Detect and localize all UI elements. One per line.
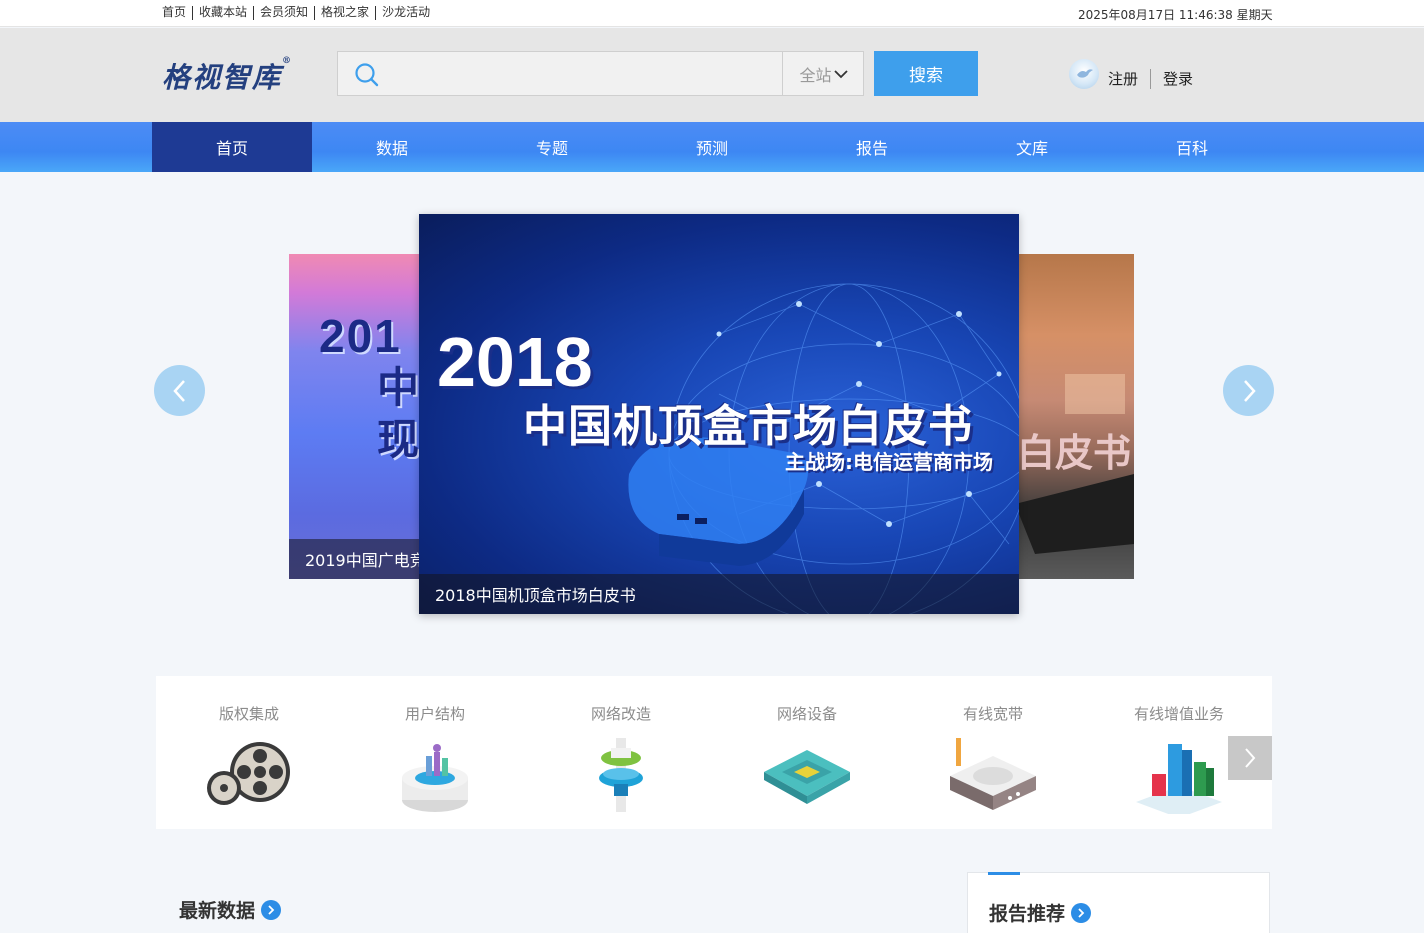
logo-text: 格视智库	[162, 61, 283, 94]
slide-next-title: 白皮书	[1017, 431, 1132, 475]
chevron-left-icon	[172, 379, 185, 402]
value-added-icon	[1136, 744, 1222, 814]
search-box: 全站	[337, 51, 864, 96]
user-avatar[interactable]	[1069, 59, 1099, 89]
slide-prev-caption: 2019中国广电竞	[289, 539, 429, 579]
site-logo[interactable]: 格视智库®	[162, 56, 293, 96]
report-recommend-title: 报告推荐	[989, 903, 1066, 925]
carousel-prev-button[interactable]	[154, 365, 205, 416]
carousel-next-button[interactable]	[1223, 365, 1274, 416]
category-user-structure[interactable]: 用户结构	[342, 676, 528, 829]
slide-main-caption: 2018中国机顶盒市场白皮书	[419, 574, 1019, 614]
top-links: 首页 收藏本站 会员须知 格视之家 沙龙活动	[162, 5, 430, 20]
nav-item-topics[interactable]: 专题	[472, 122, 632, 172]
category-label: 网络设备	[776, 705, 837, 723]
category-network-upgrade[interactable]: 网络改造	[528, 676, 714, 829]
category-label: 有线宽带	[962, 705, 1023, 723]
category-cable-broadband[interactable]: 有线宽带	[900, 676, 1086, 829]
network-upgrade-icon	[599, 738, 643, 812]
nav-item-encyclopedia[interactable]: 百科	[1112, 122, 1272, 172]
top-link-member-notice[interactable]: 会员须知	[260, 5, 308, 20]
top-link-gesi-home[interactable]: 格视之家	[321, 5, 369, 20]
login-link[interactable]: 登录	[1163, 68, 1193, 89]
divider	[192, 5, 194, 20]
nav-item-reports[interactable]: 报告	[792, 122, 952, 172]
slide-main-subtitle: 主战场:电信运营商市场	[785, 450, 993, 474]
registered-mark: ®	[282, 56, 294, 66]
search-scope-value: 全站	[799, 65, 832, 85]
chevron-right-icon	[261, 899, 282, 920]
auth-links: 注册 登录	[1108, 68, 1193, 89]
top-link-salon[interactable]: 沙龙活动	[382, 5, 430, 20]
slide-prev-year: 201	[319, 310, 402, 362]
film-reel-icon	[207, 742, 290, 805]
divider	[314, 5, 316, 20]
nav-items: 首页 数据 专题 预测 报告 文库 百科	[152, 122, 1272, 172]
category-next-button[interactable]	[1228, 736, 1272, 780]
carousel-slide-prev[interactable]: 201 中现 2019中国广电竞	[289, 254, 429, 579]
nav-item-library[interactable]: 文库	[952, 122, 1112, 172]
chevron-down-icon	[833, 69, 848, 78]
chevron-right-icon	[1071, 902, 1092, 923]
network-device-icon	[764, 750, 850, 804]
slide-prev-title: 中现	[377, 363, 420, 464]
search-input[interactable]	[390, 58, 770, 90]
carousel-slide-next[interactable]: 白皮书	[1005, 254, 1134, 579]
category-label: 用户结构	[404, 705, 465, 723]
register-link[interactable]: 注册	[1108, 68, 1138, 89]
bird-icon	[1077, 69, 1093, 78]
report-recommend-heading[interactable]: 报告推荐	[989, 899, 1092, 926]
top-link-bookmark[interactable]: 收藏本站	[199, 5, 247, 20]
divider	[1150, 68, 1152, 89]
search-icon	[355, 63, 379, 87]
cable-broadband-icon	[950, 738, 1036, 810]
site-header: 格视智库® 全站 搜索 注册 登录	[0, 28, 1424, 122]
divider	[253, 5, 255, 20]
divider	[375, 5, 377, 20]
latest-data-heading[interactable]: 最新数据	[179, 896, 282, 923]
latest-data-title: 最新数据	[179, 900, 256, 922]
nav-item-data[interactable]: 数据	[312, 122, 472, 172]
category-label: 网络改造	[590, 705, 651, 723]
top-utility-bar: 首页 收藏本站 会员须知 格视之家 沙龙活动 2025年08月17日 11:46…	[0, 0, 1424, 27]
nav-item-home[interactable]: 首页	[152, 122, 312, 172]
search-scope-select[interactable]: 全站	[782, 52, 864, 95]
category-copyright-integration[interactable]: 版权集成	[156, 676, 342, 829]
search-button[interactable]: 搜索	[874, 51, 978, 96]
category-label: 有线增值业务	[1133, 705, 1224, 723]
main-nav: 首页 数据 专题 预测 报告 文库 百科	[0, 122, 1424, 172]
set-top-box-illustration	[628, 437, 808, 566]
panel-accent-bar	[988, 872, 1020, 875]
user-structure-icon	[402, 744, 468, 812]
slide-main-title: 中国机顶盒市场白皮书	[523, 401, 973, 452]
category-strip: 版权集成 用户结构 网络改造 网络设备 有线宽带 有线增值业务	[156, 676, 1272, 829]
slide-next-art	[1015, 374, 1134, 554]
category-network-device[interactable]: 网络设备	[714, 676, 900, 829]
chevron-right-icon	[1243, 379, 1256, 402]
top-link-home[interactable]: 首页	[162, 5, 186, 20]
carousel-slide-active[interactable]: 2018 中国机顶盒市场白皮书 主战场:电信运营商市场 2018中国机顶盒市场白…	[419, 214, 1019, 614]
category-label: 版权集成	[218, 705, 279, 723]
nav-item-forecast[interactable]: 预测	[632, 122, 792, 172]
current-datetime: 2025年08月17日 11:46:38 星期天	[1078, 8, 1273, 22]
chevron-right-icon	[1245, 748, 1256, 768]
